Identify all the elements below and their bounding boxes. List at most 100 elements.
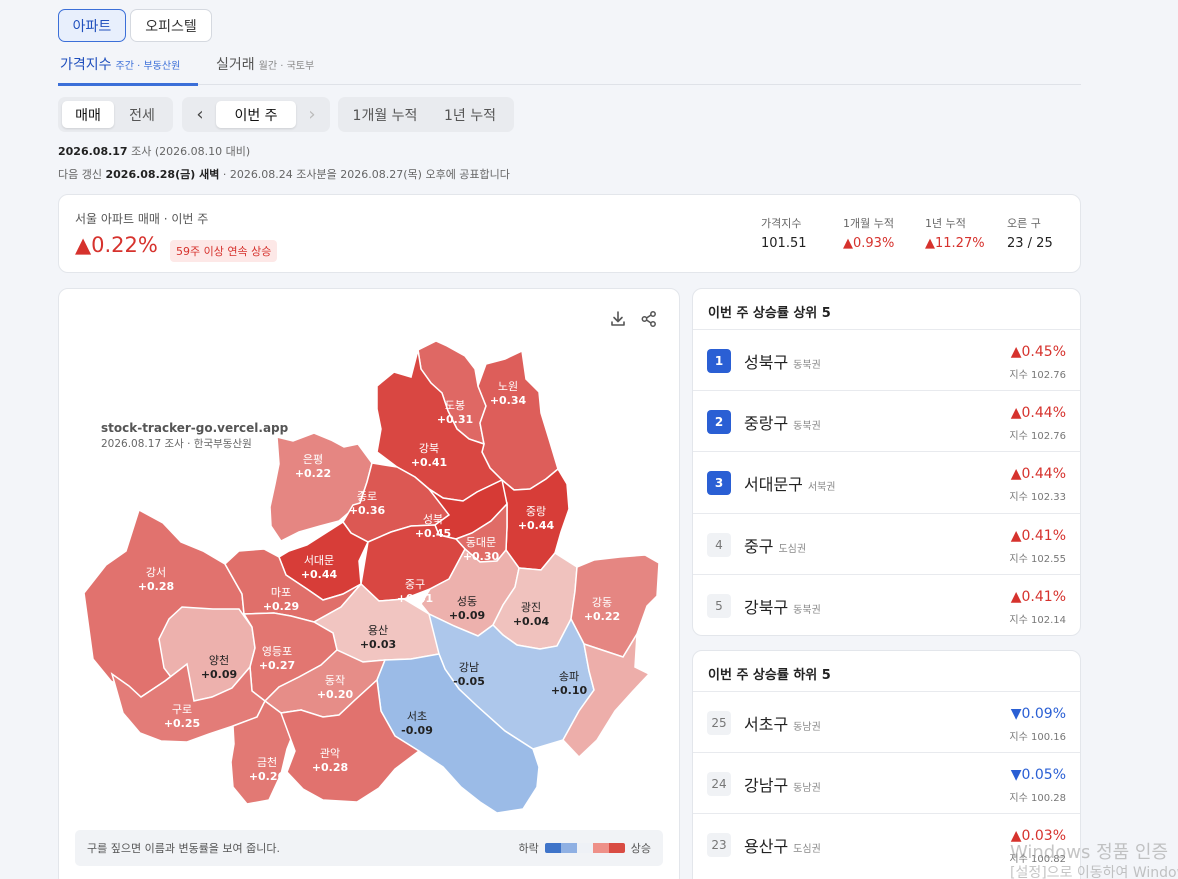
index-value: 지수 102.76: [1009, 370, 1066, 381]
list-item[interactable]: 1 성북구 동북권 ▲0.45% 지수 102.76: [693, 329, 1080, 390]
rank-number: 24: [707, 772, 731, 796]
district-label: 강남: [459, 661, 479, 674]
map-legend: 하락 상승: [519, 840, 652, 856]
cum-1month-button[interactable]: 1개월 누적: [344, 101, 426, 128]
trade-jeonse-button[interactable]: 전세: [116, 101, 168, 128]
stat-label: 가격지수: [761, 217, 802, 230]
district-label: 종로: [357, 490, 377, 503]
tab-transactions[interactable]: 실거래 월간 · 국토부: [216, 54, 314, 74]
district-value-label: +0.28: [312, 761, 348, 774]
district-value-label: +0.09: [201, 668, 237, 681]
tab-officetel[interactable]: 오피스텔: [130, 9, 212, 42]
list-item[interactable]: 3 서대문구 서북권 ▲0.44% 지수 102.33: [693, 451, 1080, 512]
change-pct: ▲0.41%: [1010, 589, 1066, 605]
district-label: 노원: [498, 380, 518, 393]
list-item[interactable]: 4 중구 도심권 ▲0.41% 지수 102.55: [693, 513, 1080, 574]
stat-value: 23 / 25: [1007, 236, 1053, 251]
tab-transactions-sub: 월간 · 국토부: [258, 61, 315, 72]
cumulative-toggle: 1개월 누적 1년 누적: [338, 97, 514, 132]
district-label: 마포: [271, 586, 291, 599]
district-value-label: +0.20: [317, 688, 354, 701]
district-value-label: +0.45: [415, 527, 451, 540]
list-item[interactable]: 25 서초구 동남권 ▼0.09% 지수 100.16: [693, 691, 1080, 752]
district-label: 강서: [146, 566, 166, 579]
trade-sale-button[interactable]: 매매: [62, 101, 114, 128]
stat-1year: 1년 누적 ▲11.27%: [925, 215, 985, 251]
district-label: 동대문: [466, 536, 496, 549]
index-value: 지수 100.16: [1009, 732, 1066, 743]
district-value-label: +0.34: [490, 394, 527, 407]
district-label: 구로: [172, 703, 192, 716]
map-watermark-date: 2026.08.17 조사 · 한국부동산원: [101, 438, 252, 450]
district-label: 성동: [457, 595, 477, 608]
map-card: stock-tracker-go.vercel.app 2026.08.17 조…: [58, 288, 680, 879]
district-value-label: +0.03: [360, 638, 396, 651]
top5-title: 이번 주 상승률 상위 5: [708, 306, 831, 321]
stat-label: 1년 누적: [925, 217, 966, 230]
district-label: 중구: [405, 578, 425, 591]
summary-title: 서울 아파트 매매 · 이번 주: [75, 212, 209, 226]
district-name: 서대문구 서북권: [744, 471, 836, 495]
current-week-button[interactable]: 이번 주: [216, 101, 296, 128]
district-label: 은평: [303, 453, 323, 466]
district-value-label: +0.41: [397, 592, 433, 605]
tab-price-index[interactable]: 가격지수 주간 · 부동산원: [60, 54, 180, 74]
district-value-label: +0.44: [301, 568, 338, 581]
district-label: 용산: [368, 624, 388, 637]
survey-info: 2026.08.17 조사 (2026.08.10 대비): [58, 143, 250, 159]
district-label: 양천: [209, 653, 229, 667]
index-value: 지수 102.76: [1009, 431, 1066, 442]
legend-swatch: [608, 843, 625, 853]
district-value-label: +0.44: [518, 519, 555, 532]
district-value-label: +0.31: [437, 413, 473, 426]
summary-change: ▲0.22%: [75, 233, 158, 257]
district-label: 송파: [559, 670, 579, 683]
district-value-label: +0.22: [584, 610, 620, 623]
index-value: 지수 102.55: [1009, 554, 1066, 565]
district-value-label: +0.28: [138, 580, 174, 593]
district-label: 금천: [257, 755, 277, 769]
seoul-district-map: stock-tracker-go.vercel.app 2026.08.17 조…: [83, 340, 660, 814]
district-name: 중구 도심권: [744, 533, 806, 557]
zone-label: 동북권: [793, 605, 821, 616]
list-item[interactable]: 5 강북구 동북권 ▲0.41% 지수 102.14: [693, 574, 1080, 635]
district-value-label: +0.29: [263, 600, 299, 613]
district-shape[interactable]: [570, 554, 660, 658]
tab-price-index-sub: 주간 · 부동산원: [115, 61, 181, 72]
os-activation-watermark: Windows 정품 인증: [1010, 842, 1169, 863]
district-value-label: -0.09: [401, 724, 433, 737]
district-name: 강북구 동북권: [744, 594, 821, 618]
district-name-text: 서대문구: [744, 475, 803, 494]
rank-number: 25: [707, 711, 731, 735]
change-pct: ▲0.41%: [1010, 528, 1066, 544]
cum-1year-button[interactable]: 1년 누적: [430, 101, 510, 128]
trade-type-toggle: 매매 전세: [58, 97, 173, 132]
map-hint-text: 구를 짚으면 이름과 변동률을 보여 줍니다.: [87, 842, 281, 855]
district-label: 관악: [320, 747, 340, 760]
next-update-info: 다음 갱신 2026.08.28(금) 새벽 · 2026.08.24 조사분을…: [58, 166, 510, 182]
list-item[interactable]: 2 중랑구 동북권 ▲0.44% 지수 102.76: [693, 390, 1080, 451]
list-item[interactable]: 24 강남구 동남권 ▼0.05% 지수 100.28: [693, 752, 1080, 813]
legend-swatch: [592, 843, 609, 853]
survey-date: 2026.08.17: [58, 145, 128, 158]
district-name: 용산구 도심권: [744, 833, 821, 857]
legend-color-scale: [544, 843, 625, 853]
tab-apartment[interactable]: 아파트: [58, 9, 126, 42]
next-week-button[interactable]: ›: [298, 101, 326, 128]
change-pct: ▲0.45%: [1010, 344, 1066, 360]
legend-low-label: 하락: [518, 842, 539, 855]
zone-label: 동북권: [793, 360, 821, 371]
rank-number: 1: [707, 349, 731, 373]
tab-price-index-label: 가격지수: [60, 57, 112, 73]
prev-week-button[interactable]: ‹: [186, 101, 214, 128]
change-pct: ▼0.05%: [1010, 767, 1066, 783]
change-pct: ▼0.09%: [1010, 706, 1066, 722]
district-name: 서초구 동남권: [744, 711, 821, 735]
district-label: 강북: [419, 442, 439, 455]
period-navigator: ‹ 이번 주 ›: [182, 97, 330, 132]
district-name-text: 성북구: [744, 353, 789, 372]
district-name-text: 용산구: [744, 837, 789, 856]
district-label: 영등포: [262, 645, 292, 658]
district-value-label: -0.05: [453, 675, 485, 688]
index-value: 지수 102.33: [1009, 492, 1066, 503]
